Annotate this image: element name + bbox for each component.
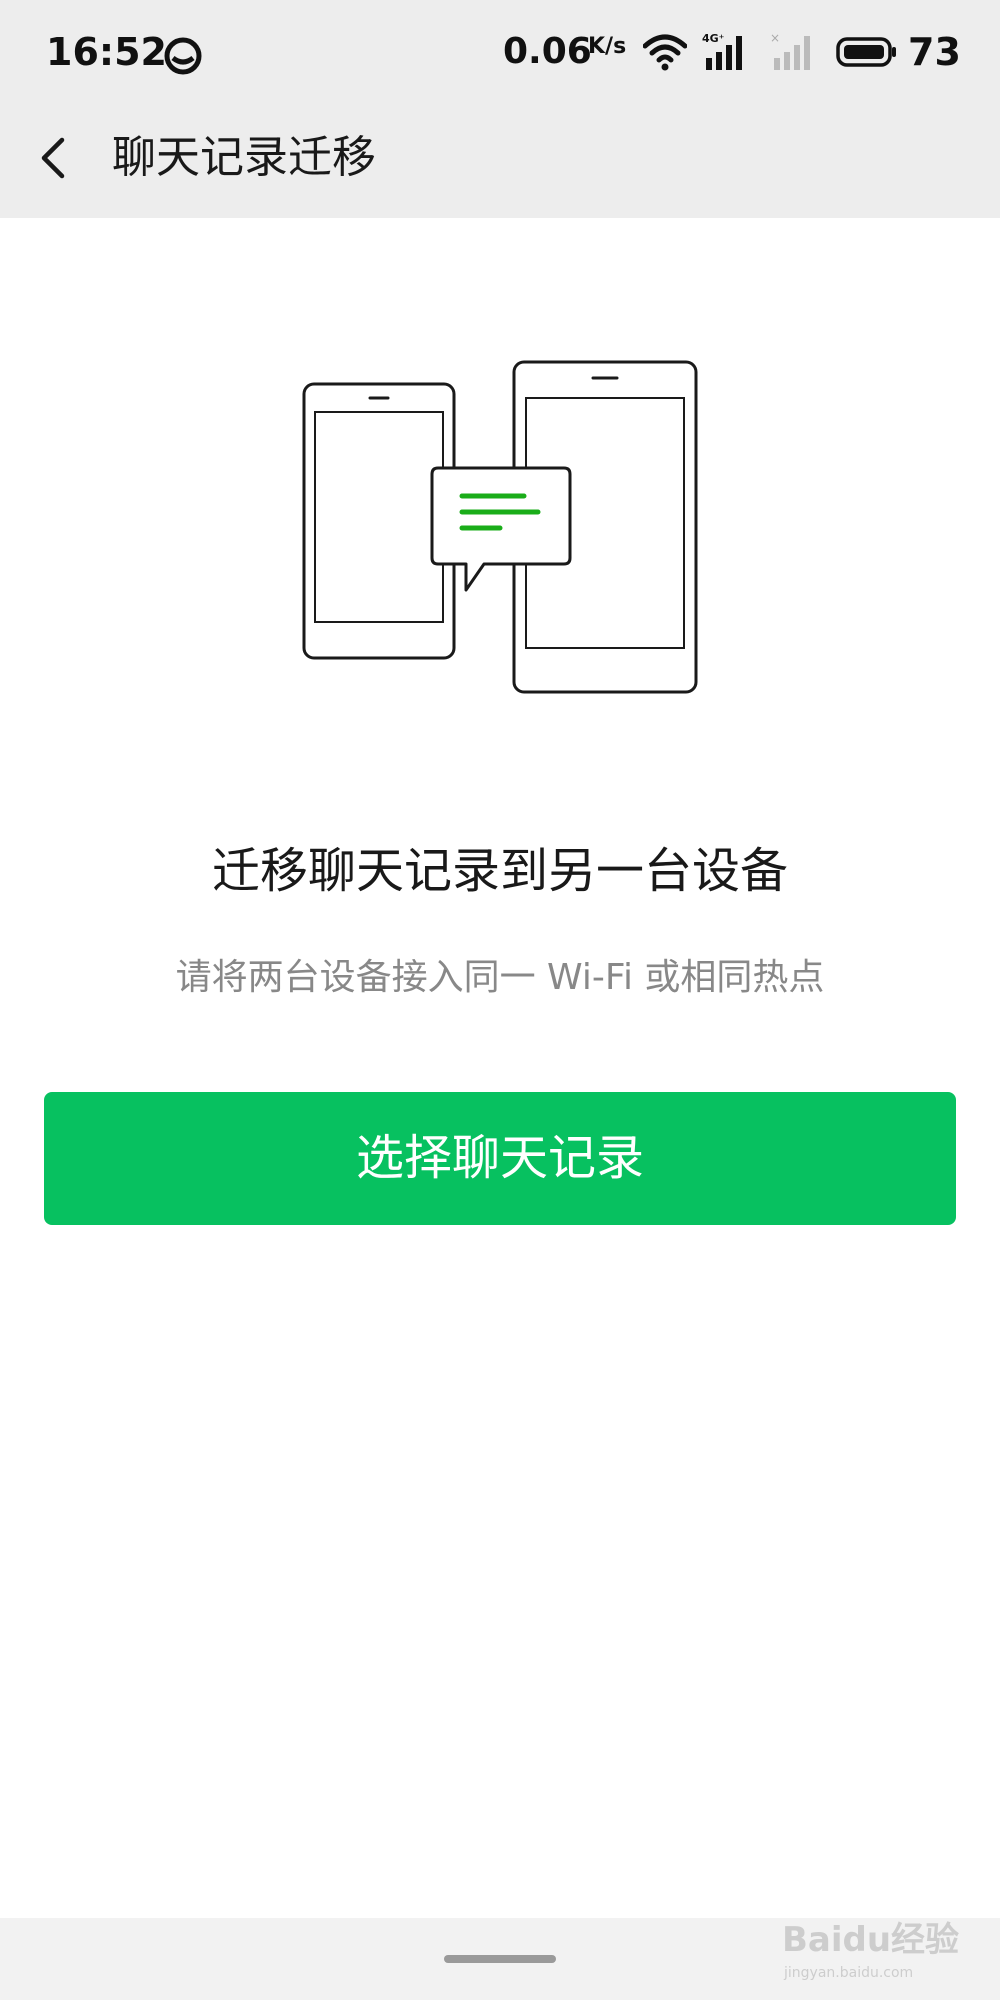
signal-strength-icon: 4G⁺ bbox=[702, 32, 752, 76]
svg-text:×: × bbox=[770, 32, 780, 45]
back-button[interactable] bbox=[24, 126, 88, 190]
baidu-watermark-logo: Baidu经验 jingyan.baidu.com bbox=[780, 1905, 970, 1989]
status-bar: 16:52 0.06 K/s 4G⁺ × 73 bbox=[0, 0, 1000, 104]
home-indicator[interactable] bbox=[444, 1955, 556, 1963]
page-title: 聊天记录迁移 bbox=[112, 132, 376, 183]
status-time: 16:52 bbox=[46, 30, 167, 74]
chevron-left-icon bbox=[41, 137, 65, 179]
network-speed: 0.06 bbox=[503, 31, 592, 72]
wifi-instruction: 请将两台设备接入同一 Wi-Fi 或相同热点 bbox=[175, 957, 825, 998]
network-speed-unit: K/s bbox=[588, 34, 627, 59]
battery-icon bbox=[836, 36, 898, 72]
battery-level: 73 bbox=[908, 30, 961, 74]
notification-app-icon bbox=[163, 36, 203, 80]
select-chat-history-button[interactable]: 选择聊天记录 bbox=[44, 1092, 956, 1225]
wifi-icon bbox=[642, 32, 688, 76]
watermark-subtext: jingyan.baidu.com bbox=[783, 1965, 913, 1981]
secondary-signal-icon: × bbox=[770, 31, 820, 76]
network-type-label: 4G⁺ bbox=[702, 32, 725, 45]
watermark-text: Baidu经验 bbox=[782, 1920, 959, 1960]
headline: 迁移聊天记录到另一台设备 bbox=[211, 843, 788, 899]
nav-bar: 聊天记录迁移 bbox=[0, 104, 1000, 218]
phone-to-tablet-transfer-icon bbox=[290, 350, 710, 700]
